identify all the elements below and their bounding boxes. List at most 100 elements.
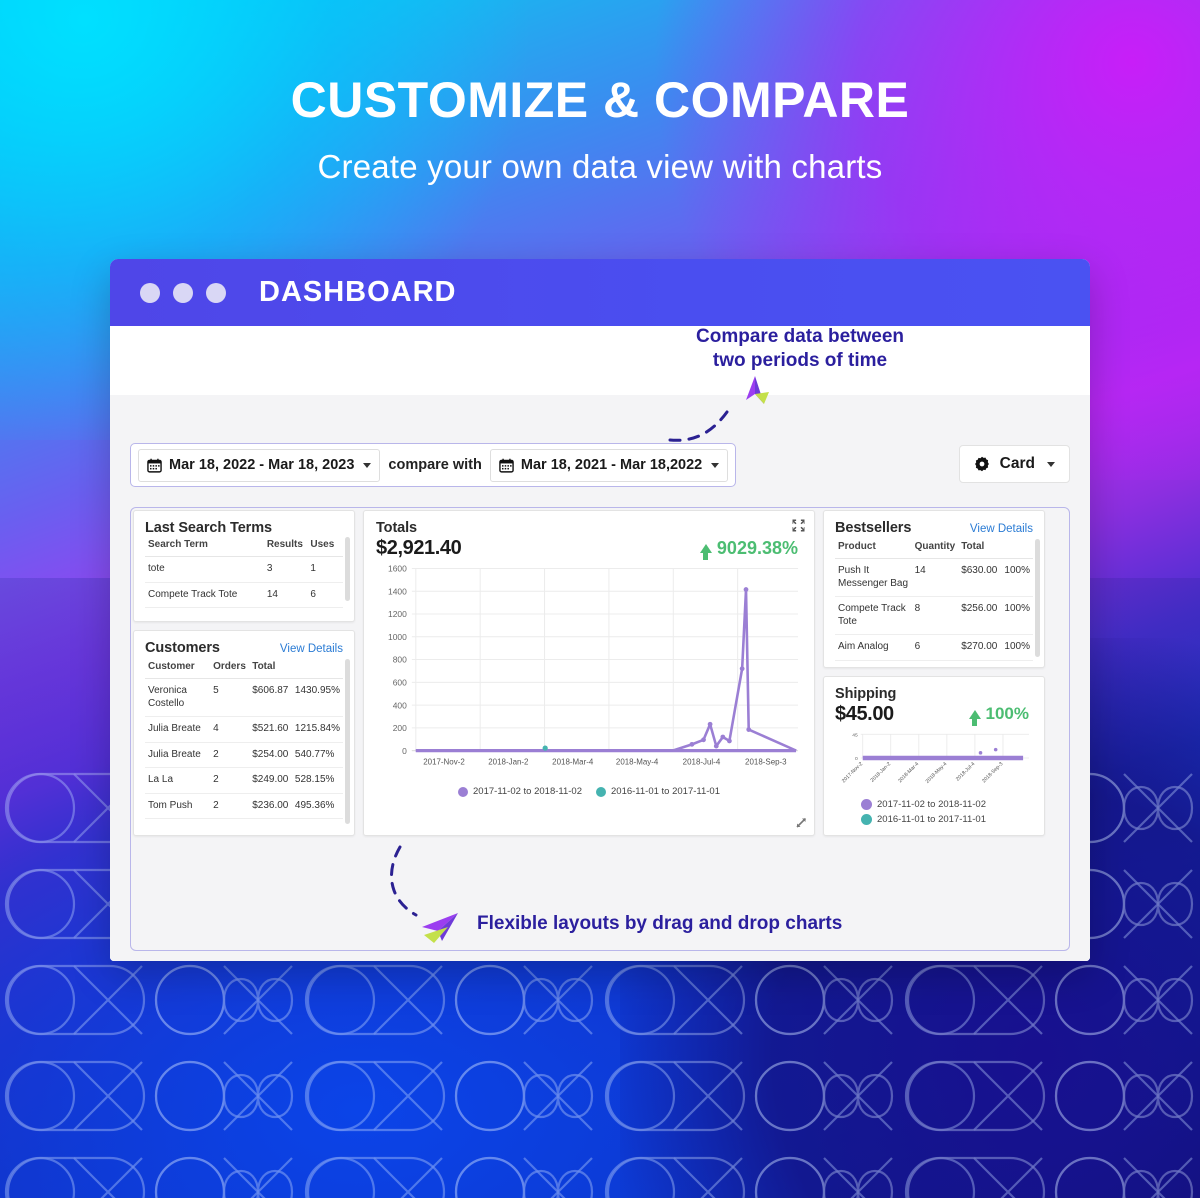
customers-view-details-link[interactable]: View Details	[280, 643, 343, 655]
dashboard-content: Mar 18, 2022 - Mar 18, 2023 compare with…	[110, 395, 1090, 961]
table-row[interactable]: Julia Breate 4 $521.60 1215.84%	[145, 716, 343, 743]
legend-item-current[interactable]: 2017-11-02 to 2018-11-02	[458, 786, 582, 797]
calendar-icon	[147, 458, 162, 473]
panel-shipping[interactable]: Shipping $45.00 100% 0 45 2017-Nov-2 2018-	[823, 676, 1045, 836]
svg-text:2018-Sep-3: 2018-Sep-3	[981, 761, 1004, 784]
legend-label-current: 2017-11-02 to 2018-11-02	[877, 799, 986, 810]
panel-title-customers: Customers	[145, 640, 220, 656]
cell-quantity: 8	[911, 596, 959, 635]
svg-text:2018-May-4: 2018-May-4	[925, 761, 949, 785]
window-dot-1[interactable]	[140, 282, 160, 303]
panel-scrollbar[interactable]	[345, 537, 350, 601]
col-orders: Orders	[210, 658, 250, 679]
totals-chart: 0 200 400 600 800 1000 1200 1400 1600 2017-Nov-2…	[388, 564, 799, 767]
legend-item-previous[interactable]: 2016-11-01 to 2017-11-01	[596, 786, 720, 797]
cell-term: Compete Track Tote	[145, 582, 264, 608]
col-product: Product	[835, 538, 912, 559]
cell-uses: 6	[307, 582, 343, 608]
cell-customer: Tom Push	[145, 793, 211, 819]
resize-handle-icon[interactable]	[795, 817, 807, 829]
callout-compare-periods: Compare data between two periods of time	[635, 325, 965, 374]
legend-item-previous[interactable]: 2016-11-01 to 2017-11-01	[861, 814, 1033, 825]
bestsellers-table: Product Quantity Total Push It Messenger…	[835, 538, 1033, 661]
primary-date-range-field[interactable]: Mar 18, 2022 - Mar 18, 2023	[138, 448, 381, 482]
view-mode-button[interactable]: Card	[958, 445, 1070, 483]
window-dot-2[interactable]	[173, 282, 193, 303]
cell-total: $236.00	[249, 793, 292, 819]
cell-total: $270.00	[958, 634, 1002, 661]
svg-text:0: 0	[402, 746, 407, 756]
chart-y-tick-labels: 0 200 400 600 800 1000 1200 1400 1600	[388, 564, 407, 756]
panel-scrollbar[interactable]	[345, 659, 350, 824]
panel-scrollbar[interactable]	[1035, 539, 1040, 657]
totals-value: $2,921.40	[376, 537, 462, 559]
panel-totals[interactable]: Totals $2,921.40 9029.38% 0 200 400 600 …	[363, 510, 815, 836]
col-quantity: Quantity	[911, 538, 959, 559]
calendar-icon	[499, 458, 514, 473]
svg-text:600: 600	[393, 678, 407, 688]
cell-percent: 528.15%	[291, 767, 343, 794]
table-row[interactable]: tote 3 1	[145, 556, 343, 583]
bestsellers-view-details-link[interactable]: View Details	[970, 523, 1033, 535]
col-search-term: Search Term	[145, 536, 264, 557]
table-row[interactable]: Aim Analog 6 $270.00 100%	[835, 634, 1033, 661]
window-titlebar: DASHBOARD	[110, 259, 1090, 326]
totals-delta: 9029.38%	[699, 537, 798, 560]
cell-product: Aim Analog	[835, 634, 912, 661]
svg-text:1200: 1200	[388, 609, 407, 619]
legend-dot-current	[861, 799, 872, 810]
svg-text:45: 45	[852, 732, 858, 738]
legend-label-previous: 2016-11-01 to 2017-11-01	[611, 786, 720, 797]
table-row[interactable]: Push It Messenger Bag 14 $630.00 100%	[835, 558, 1033, 597]
chevron-down-icon[interactable]	[1047, 461, 1055, 467]
svg-text:2018-Jan-2: 2018-Jan-2	[488, 758, 529, 767]
cell-total: $254.00	[249, 742, 292, 768]
panel-last-search-terms[interactable]: Last Search Terms Search Term Results Us…	[133, 510, 355, 622]
compare-date-range-field[interactable]: Mar 18, 2021 - Mar 18,2022	[489, 448, 729, 482]
table-row[interactable]: Julia Breate 2 $254.00 540.77%	[145, 742, 343, 768]
view-mode-label: Card	[999, 455, 1035, 472]
table-row[interactable]: Veronica Costello 5 $606.87 1430.95%	[145, 678, 343, 717]
table-header-row: Product Quantity Total	[835, 538, 1033, 559]
shipping-chart: 0 45 2017-Nov-2 2018-Jan-2 2018-Mar-4 2018-M…	[841, 732, 1030, 785]
table-row[interactable]: Compete Track Tote 8 $256.00 100%	[835, 596, 1033, 635]
table-row[interactable]: Tom Push 2 $236.00 495.36%	[145, 793, 343, 819]
window-dot-3[interactable]	[206, 282, 226, 303]
svg-text:400: 400	[393, 700, 407, 710]
expand-icon[interactable]	[792, 519, 805, 532]
cell-total: $249.00	[249, 767, 292, 794]
col-percent	[291, 658, 343, 679]
panel-customers[interactable]: Customers View Details Customer Orders T…	[133, 630, 355, 836]
table-row[interactable]: La La 2 $249.00 528.15%	[145, 767, 343, 794]
col-total: Total	[249, 658, 292, 679]
svg-text:1000: 1000	[388, 632, 407, 642]
svg-text:2018-Jan-2: 2018-Jan-2	[870, 761, 893, 784]
cell-customer: Julia Breate	[145, 716, 211, 743]
svg-text:2017-Nov-2: 2017-Nov-2	[423, 758, 465, 767]
chart-gridlines	[860, 733, 1030, 759]
svg-text:200: 200	[393, 723, 407, 733]
primary-date-range-label: Mar 18, 2022 - Mar 18, 2023	[169, 457, 355, 473]
chevron-down-icon[interactable]	[363, 462, 372, 468]
legend-item-current[interactable]: 2017-11-02 to 2018-11-02	[861, 799, 1033, 810]
cell-results: 3	[263, 556, 308, 583]
dashboard-grid: Last Search Terms Search Term Results Us…	[130, 507, 1070, 951]
window-body: Mar 18, 2022 - Mar 18, 2023 compare with…	[110, 326, 1090, 961]
panel-title-bestsellers: Bestsellers	[835, 520, 912, 536]
cell-customer: Julia Breate	[145, 742, 211, 768]
callout-line-2: two periods of time	[712, 350, 888, 372]
svg-text:2018-Sep-3: 2018-Sep-3	[745, 758, 787, 767]
cell-percent: 1215.84%	[291, 716, 343, 743]
date-range-selector[interactable]: Mar 18, 2022 - Mar 18, 2023 compare with…	[130, 443, 737, 487]
cell-customer: La La	[145, 767, 211, 794]
totals-delta-value: 9029.38%	[716, 537, 798, 558]
panel-bestsellers[interactable]: Bestsellers View Details Product Quantit…	[823, 510, 1045, 668]
cell-total: $606.87	[249, 678, 292, 717]
totals-chart-legend: 2017-11-02 to 2018-11-02 2016-11-01 to 2…	[376, 786, 802, 797]
cell-product: Compete Track Tote	[835, 596, 912, 635]
shipping-delta: 100%	[968, 704, 1029, 726]
chevron-down-icon[interactable]	[711, 462, 720, 468]
arrow-up-icon	[968, 709, 981, 726]
table-row[interactable]: Compete Track Tote 14 6	[145, 582, 343, 608]
gear-icon	[974, 456, 989, 472]
